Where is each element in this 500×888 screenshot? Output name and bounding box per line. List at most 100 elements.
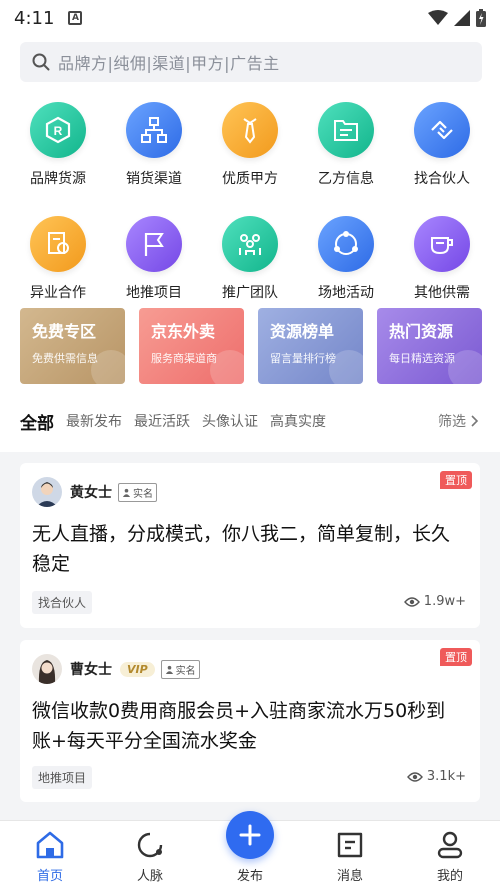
category-brand-source[interactable]: R 品牌货源 <box>10 102 106 188</box>
filter-more-label: 筛选 <box>438 414 466 430</box>
share-icon <box>318 216 374 272</box>
message-icon <box>337 832 363 858</box>
folder-icon <box>318 102 374 158</box>
post-tag[interactable]: 找合伙人 <box>32 591 93 614</box>
view-count-value: 3.1k+ <box>426 769 466 784</box>
banner-title: 免费专区 <box>32 322 97 341</box>
banner-free-zone[interactable]: 免费专区 免费供需信息 <box>20 308 125 384</box>
team-icon <box>222 216 278 272</box>
author-name: 黄女士 <box>70 485 112 501</box>
filter-recent-active[interactable]: 最近活跃 <box>134 411 190 431</box>
category-label: 地推项目 <box>126 285 182 301</box>
post-title: 无人直播，分成模式，你八我二，简单复制，长久稳定 <box>32 523 451 575</box>
handshake-icon <box>414 102 470 158</box>
publish-button[interactable] <box>226 811 274 859</box>
cup-icon <box>414 216 470 272</box>
filter-avatar-verified[interactable]: 头像认证 <box>202 411 258 431</box>
tab-label: 首页 <box>36 869 63 884</box>
tab-label: 人脉 <box>136 869 163 884</box>
category-label: 场地活动 <box>318 285 374 301</box>
top-panel: 品牌方|纯佣|渠道|甲方|广告主 R 品牌货源 销货渠道 优质甲方 乙方信息 找… <box>0 36 500 452</box>
category-party-b-info[interactable]: 乙方信息 <box>298 102 394 188</box>
post-author: 曹女士 VIP 实名 <box>32 654 200 684</box>
tab-messages[interactable]: 消息 <box>300 821 400 888</box>
document-icon <box>30 216 86 272</box>
post-title: 微信收款0费用商服会员+入驻商家流水万50秒到账+每天平分全国流水奖金 <box>32 700 446 752</box>
avatar <box>32 654 62 684</box>
banner-resource-ranking[interactable]: 资源榜单 留言量排行榜 <box>258 308 363 384</box>
eye-icon <box>403 596 420 607</box>
tab-mine[interactable]: 我的 <box>400 821 500 888</box>
filter-more-button[interactable]: 筛选 <box>438 411 482 431</box>
category-label: 异业合作 <box>30 285 86 301</box>
wifi-icon <box>428 10 448 25</box>
home-icon <box>36 831 64 859</box>
banner-decoration <box>91 350 125 384</box>
category-quality-party-a[interactable]: 优质甲方 <box>202 102 298 188</box>
profile-icon <box>437 831 463 859</box>
category-row-1: R 品牌货源 销货渠道 优质甲方 乙方信息 找合伙人 <box>10 102 490 188</box>
signal-icon <box>454 10 470 26</box>
view-count-value: 1.9w+ <box>423 594 466 609</box>
category-label: 销货渠道 <box>126 171 182 187</box>
category-sales-channel[interactable]: 销货渠道 <box>106 102 202 188</box>
post-card[interactable]: 黄女士 实名 置顶 无人直播，分成模式，你八我二，简单复制，长久稳定 找合伙人 … <box>20 463 480 628</box>
view-count: 3.1k+ <box>406 769 466 784</box>
verified-label: 实名 <box>133 488 153 500</box>
tab-label: 我的 <box>436 869 463 884</box>
category-label: 推广团队 <box>222 285 278 301</box>
verified-badge: 实名 <box>160 659 200 679</box>
category-find-partner[interactable]: 找合伙人 <box>394 102 490 188</box>
contacts-icon <box>137 832 163 858</box>
eye-icon <box>406 771 423 782</box>
bottom-tab-bar: 首页 人脉 发布 消息 我的 <box>0 811 500 888</box>
banner-title: 京东外卖 <box>151 322 216 341</box>
category-cross-industry[interactable]: 异业合作 <box>10 216 106 302</box>
category-label: 其他供需 <box>414 285 470 301</box>
category-label: 乙方信息 <box>318 171 374 187</box>
post-tag[interactable]: 地推项目 <box>32 766 93 789</box>
filter-high-authenticity[interactable]: 高真实度 <box>270 411 326 431</box>
brand-icon: R <box>30 102 86 158</box>
banner-decoration <box>210 350 244 384</box>
filter-latest[interactable]: 最新发布 <box>66 411 122 431</box>
category-other-supply[interactable]: 其他供需 <box>394 216 490 302</box>
app-screen: 4:11 A 品牌方|纯佣|渠道|甲方|广告主 R 品牌货源 销货渠道 优质甲方… <box>0 0 500 888</box>
search-placeholder: 品牌方|纯佣|渠道|甲方|广告主 <box>58 54 280 73</box>
banner-hot-resources[interactable]: 热门资源 每日精选资源 <box>377 308 482 384</box>
category-label: 优质甲方 <box>222 171 278 187</box>
person-icon <box>165 665 173 674</box>
filter-bar: 全部 最新发布 最近活跃 头像认证 高真实度 筛选 <box>20 406 482 436</box>
status-time: 4:11 <box>14 7 55 29</box>
pinned-badge: 置顶 <box>440 471 472 489</box>
filter-all[interactable]: 全部 <box>20 409 54 434</box>
banner-row: 免费专区 免费供需信息 京东外卖 服务商渠道商 资源榜单 留言量排行榜 热门资源… <box>20 308 482 384</box>
category-label: 找合伙人 <box>414 171 470 187</box>
author-name: 曹女士 <box>70 662 112 678</box>
category-promotion-team[interactable]: 推广团队 <box>202 216 298 302</box>
banner-jd-takeout[interactable]: 京东外卖 服务商渠道商 <box>139 308 244 384</box>
tie-icon <box>222 102 278 158</box>
search-bar[interactable]: 品牌方|纯佣|渠道|甲方|广告主 <box>20 42 482 82</box>
battery-icon <box>476 9 486 27</box>
tab-home[interactable]: 首页 <box>0 821 100 888</box>
tab-label: 消息 <box>336 869 363 884</box>
category-label: 品牌货源 <box>30 171 86 187</box>
tab-contacts[interactable]: 人脉 <box>100 821 200 888</box>
status-bar: 4:11 A <box>0 0 500 36</box>
verified-badge: 实名 <box>118 482 157 502</box>
vip-badge: VIP <box>120 661 155 677</box>
channel-icon <box>126 102 182 158</box>
chevron-right-icon <box>471 415 479 427</box>
post-author: 黄女士 实名 <box>32 477 157 507</box>
notification-a-icon: A <box>68 11 83 25</box>
avatar <box>32 477 62 507</box>
svg-text:R: R <box>54 124 63 138</box>
category-venue-events[interactable]: 场地活动 <box>298 216 394 302</box>
category-row-2: 异业合作 地推项目 推广团队 场地活动 其他供需 <box>10 216 490 302</box>
post-card[interactable]: 曹女士 VIP 实名 置顶 微信收款0费用商服会员+入驻商家流水万50秒到账+每… <box>20 640 480 802</box>
search-icon <box>32 53 50 71</box>
category-ground-promotion[interactable]: 地推项目 <box>106 216 202 302</box>
tab-publish[interactable]: 发布 <box>200 811 300 888</box>
flag-icon <box>126 216 182 272</box>
